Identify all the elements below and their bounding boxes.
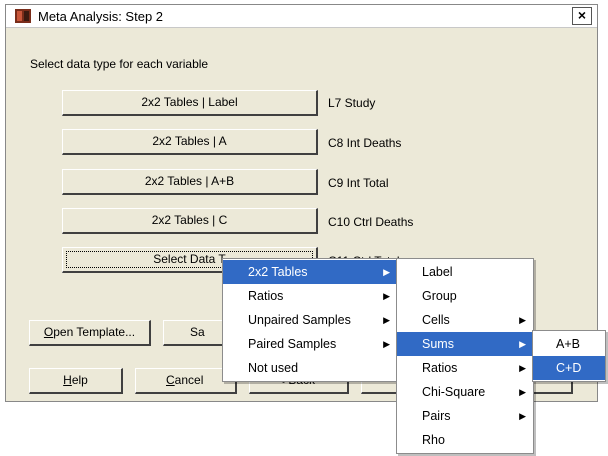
menu-item-not-used[interactable]: Not used (223, 356, 397, 380)
menu-item-c-plus-d[interactable]: C+D (533, 356, 605, 380)
menu-item-ratios-label: Ratios (248, 289, 284, 303)
menu-item-pairs-label: Pairs (422, 409, 451, 423)
menu-item-cells[interactable]: Cells ▶ (397, 308, 533, 332)
variable-label-2: C8 Int Deaths (328, 136, 402, 150)
menu-item-rho[interactable]: Rho (397, 428, 533, 452)
menu-item-ratios-sub[interactable]: Ratios ▶ (397, 356, 533, 380)
help-mnemonic: H (63, 373, 72, 387)
window-title: Meta Analysis: Step 2 (38, 9, 164, 24)
submenu-arrow-icon: ▶ (519, 363, 526, 373)
menu-item-label[interactable]: Label (397, 260, 533, 284)
menu-item-2x2-tables-label: 2x2 Tables (248, 265, 308, 279)
sums-submenu: A+B C+D (532, 330, 606, 382)
submenu-arrow-icon: ▶ (383, 339, 390, 349)
submenu-arrow-icon: ▶ (519, 339, 526, 349)
menu-item-a-plus-b[interactable]: A+B (533, 332, 605, 356)
data-type-button-3[interactable]: 2x2 Tables | A+B (62, 169, 318, 195)
submenu-arrow-icon: ▶ (519, 387, 526, 397)
menu-item-paired-samples-label: Paired Samples (248, 337, 337, 351)
data-type-button-2[interactable]: 2x2 Tables | A (62, 129, 318, 155)
title-bar: Meta Analysis: Step 2 × (6, 5, 597, 28)
help-button[interactable]: Help (29, 368, 123, 394)
open-template-mnemonic: O (43, 325, 54, 339)
data-type-button-1[interactable]: 2x2 Tables | Label (62, 90, 318, 116)
menu-item-unpaired-samples[interactable]: Unpaired Samples ▶ (223, 308, 397, 332)
submenu-arrow-icon: ▶ (383, 267, 390, 277)
close-button[interactable]: × (572, 7, 592, 25)
app-icon (15, 9, 31, 23)
menu-item-sums[interactable]: Sums ▶ (397, 332, 533, 356)
cancel-label: ancel (174, 373, 204, 387)
variable-label-3: C9 Int Total (328, 176, 389, 190)
menu-item-unpaired-samples-label: Unpaired Samples (248, 313, 351, 327)
data-type-button-4[interactable]: 2x2 Tables | C (62, 208, 318, 234)
submenu-arrow-icon: ▶ (519, 411, 526, 421)
submenu-arrow-icon: ▶ (383, 315, 390, 325)
submenu-arrow-icon: ▶ (519, 315, 526, 325)
instruction-text: Select data type for each variable (30, 57, 209, 71)
menu-item-chi-square-label: Chi-Square (422, 385, 486, 399)
variable-label-4: C10 Ctrl Deaths (328, 215, 414, 229)
cancel-mnemonic: C (166, 373, 175, 387)
menu-item-chi-square[interactable]: Chi-Square ▶ (397, 380, 533, 404)
2x2-tables-submenu: Label Group Cells ▶ Sums ▶ Ratios ▶ Chi-Squ… (396, 258, 534, 454)
menu-item-group[interactable]: Group (397, 284, 533, 308)
open-template-button[interactable]: Open Template... (29, 320, 151, 346)
menu-item-ratios[interactable]: Ratios ▶ (223, 284, 397, 308)
open-template-label: pen Template... (53, 325, 136, 339)
menu-item-ratios-sub-label: Ratios (422, 361, 458, 375)
submenu-arrow-icon: ▶ (383, 291, 390, 301)
menu-item-sums-label: Sums (422, 337, 454, 351)
menu-item-cells-label: Cells (422, 313, 450, 327)
menu-item-pairs[interactable]: Pairs ▶ (397, 404, 533, 428)
help-label: elp (71, 373, 88, 387)
menu-item-paired-samples[interactable]: Paired Samples ▶ (223, 332, 397, 356)
data-type-menu: 2x2 Tables ▶ Ratios ▶ Unpaired Samples ▶ Pa… (222, 258, 398, 382)
menu-item-2x2-tables[interactable]: 2x2 Tables ▶ (223, 260, 397, 284)
variable-label-1: L7 Study (328, 96, 376, 110)
